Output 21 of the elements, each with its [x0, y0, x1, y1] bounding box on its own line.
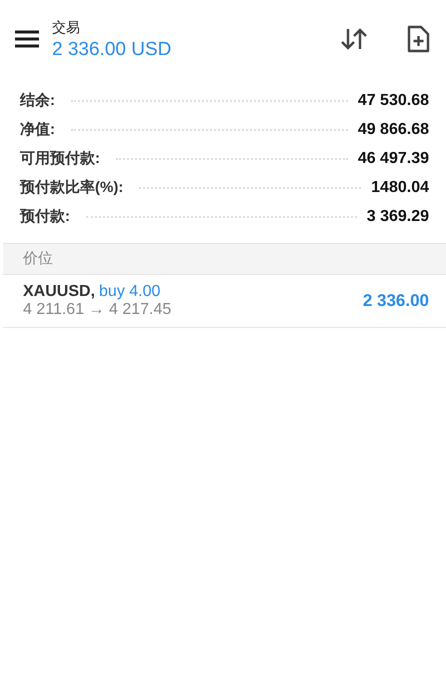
position-profit: 2 336.00	[362, 291, 429, 311]
add-document-icon[interactable]	[406, 25, 430, 53]
position-prices: 4 211.61 → 4 217.45	[23, 301, 172, 319]
summary-label: 预付款比率(%):	[20, 178, 124, 197]
section-header: 价位	[3, 243, 446, 275]
summary-value: 1480.04	[371, 178, 429, 196]
summary-value: 46 497.39	[358, 150, 429, 168]
summary-value: 3 369.29	[366, 208, 429, 226]
summary-label: 可用预付款:	[20, 149, 100, 168]
balance-amount: 2 336.00 USD	[52, 39, 172, 61]
position-order: buy 4.00	[99, 283, 160, 300]
position-symbol: XAUUSD,	[23, 283, 96, 300]
summary-value: 47 530.68	[358, 92, 429, 110]
menu-icon[interactable]	[15, 30, 39, 48]
summary-value: 49 866.68	[358, 120, 429, 138]
position-row[interactable]: XAUUSD, buy 4.00 4 211.61 → 4 217.45 2 336.00	[3, 275, 446, 328]
screen-title: 交易	[52, 19, 81, 37]
summary-label: 净值:	[20, 120, 55, 139]
summary-label: 预付款:	[20, 207, 70, 226]
sort-icon[interactable]	[340, 27, 368, 51]
summary-label: 结余:	[20, 91, 55, 110]
